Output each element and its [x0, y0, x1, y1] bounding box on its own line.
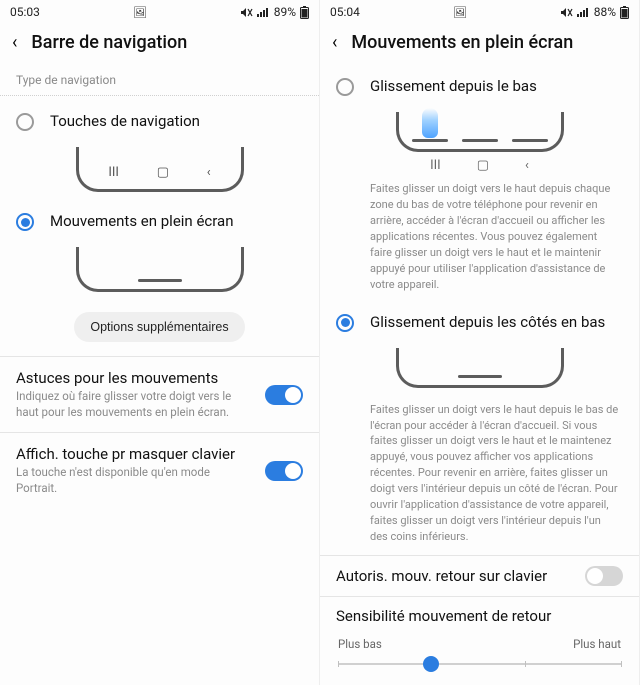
battery-icon [620, 6, 629, 19]
radio-label: Mouvements en plein écran [50, 212, 233, 230]
radio-icon [16, 113, 34, 131]
option-description: Faites glisser un doigt vers le haut dep… [320, 177, 639, 303]
back-icon[interactable]: ‹ [332, 32, 337, 53]
header: ‹ Mouvements en plein écran [320, 24, 639, 67]
signal-icon [257, 7, 270, 17]
battery-pct: 88% [594, 5, 616, 19]
sensitivity-slider[interactable]: Plus bas Plus haut [320, 629, 639, 673]
preview-swipe-bottom [390, 106, 570, 156]
recents-icon: III [430, 158, 441, 173]
status-time: 05:03 [10, 5, 40, 19]
status-bar: 05:03 🖼 89% [0, 0, 319, 24]
setting-allow-back-on-keyboard[interactable]: Autoris. mouv. retour sur clavier [320, 556, 639, 596]
status-bar: 05:04 🖼 88% [320, 0, 639, 24]
radio-icon [336, 314, 354, 332]
screen-fullscreen-gestures: 05:04 🖼 88% ‹ Mouvements en plein écran … [320, 0, 640, 685]
setting-sub: La touche n'est disponible qu'en mode Po… [16, 465, 253, 496]
option-swipe-sides-bottom[interactable]: Glissement depuis les côtés en bas [320, 303, 639, 336]
recents-icon: III [108, 165, 119, 180]
back-nav-icon: ‹ [207, 165, 211, 180]
mute-icon [560, 7, 573, 18]
option-navigation-buttons[interactable]: Touches de navigation [0, 102, 319, 135]
toggle-switch[interactable] [265, 385, 303, 405]
option-fullscreen-gestures[interactable]: Mouvements en plein écran [0, 202, 319, 235]
home-icon: ▢ [157, 165, 169, 180]
radio-label: Touches de navigation [50, 112, 200, 130]
home-icon: ▢ [477, 158, 489, 173]
setting-sub: Indiquez où faire glisser votre doigt ve… [16, 389, 253, 420]
back-icon[interactable]: ‹ [12, 32, 17, 53]
toggle-switch[interactable] [265, 461, 303, 481]
setting-back-sensitivity: Sensibilité mouvement de retour [320, 597, 639, 629]
radio-label: Glissement depuis les côtés en bas [370, 313, 605, 331]
slider-thumb[interactable] [423, 656, 439, 672]
preview-swipe-sides [390, 342, 570, 392]
page-title: Mouvements en plein écran [351, 32, 573, 53]
radio-icon [16, 213, 34, 231]
battery-pct: 89% [274, 5, 296, 19]
setting-show-hide-keyboard-button[interactable]: Affich. touche pr masquer clavier La tou… [0, 433, 319, 508]
section-label: Type de navigation [0, 67, 319, 96]
radio-icon [336, 78, 354, 96]
toggle-switch[interactable] [585, 566, 623, 586]
status-time: 05:04 [330, 5, 360, 19]
screenshot-icon: 🖼 [133, 6, 147, 19]
preview-nav-buttons: III ▢ ‹ [70, 141, 250, 196]
more-options-button[interactable]: Options supplémentaires [74, 312, 244, 342]
header: ‹ Barre de navigation [0, 24, 319, 67]
preview-gestures [70, 241, 250, 296]
slider-high-label: Plus haut [573, 637, 621, 651]
setting-gesture-hints[interactable]: Astuces pour les mouvements Indiquez où … [0, 357, 319, 432]
option-description: Faites glisser un doigt vers le haut dep… [320, 398, 639, 555]
page-title: Barre de navigation [31, 32, 187, 53]
back-nav-icon: ‹ [525, 158, 529, 173]
swipe-up-icon [422, 108, 438, 138]
nav-icons-legend: III ▢ ‹ [320, 156, 639, 177]
screen-navigation-bar: 05:03 🖼 89% ‹ Barre de navigation Type d… [0, 0, 320, 685]
setting-label: Autoris. mouv. retour sur clavier [336, 567, 573, 585]
setting-label: Affich. touche pr masquer clavier [16, 445, 253, 463]
screenshot-icon: 🖼 [453, 6, 467, 19]
slider-track[interactable] [338, 655, 621, 673]
radio-label: Glissement depuis le bas [370, 77, 537, 95]
option-swipe-from-bottom[interactable]: Glissement depuis le bas [320, 67, 639, 100]
battery-icon [300, 6, 309, 19]
signal-icon [577, 7, 590, 17]
setting-label: Sensibilité mouvement de retour [336, 607, 611, 625]
setting-label: Astuces pour les mouvements [16, 369, 253, 387]
mute-icon [240, 7, 253, 18]
slider-low-label: Plus bas [338, 637, 382, 651]
